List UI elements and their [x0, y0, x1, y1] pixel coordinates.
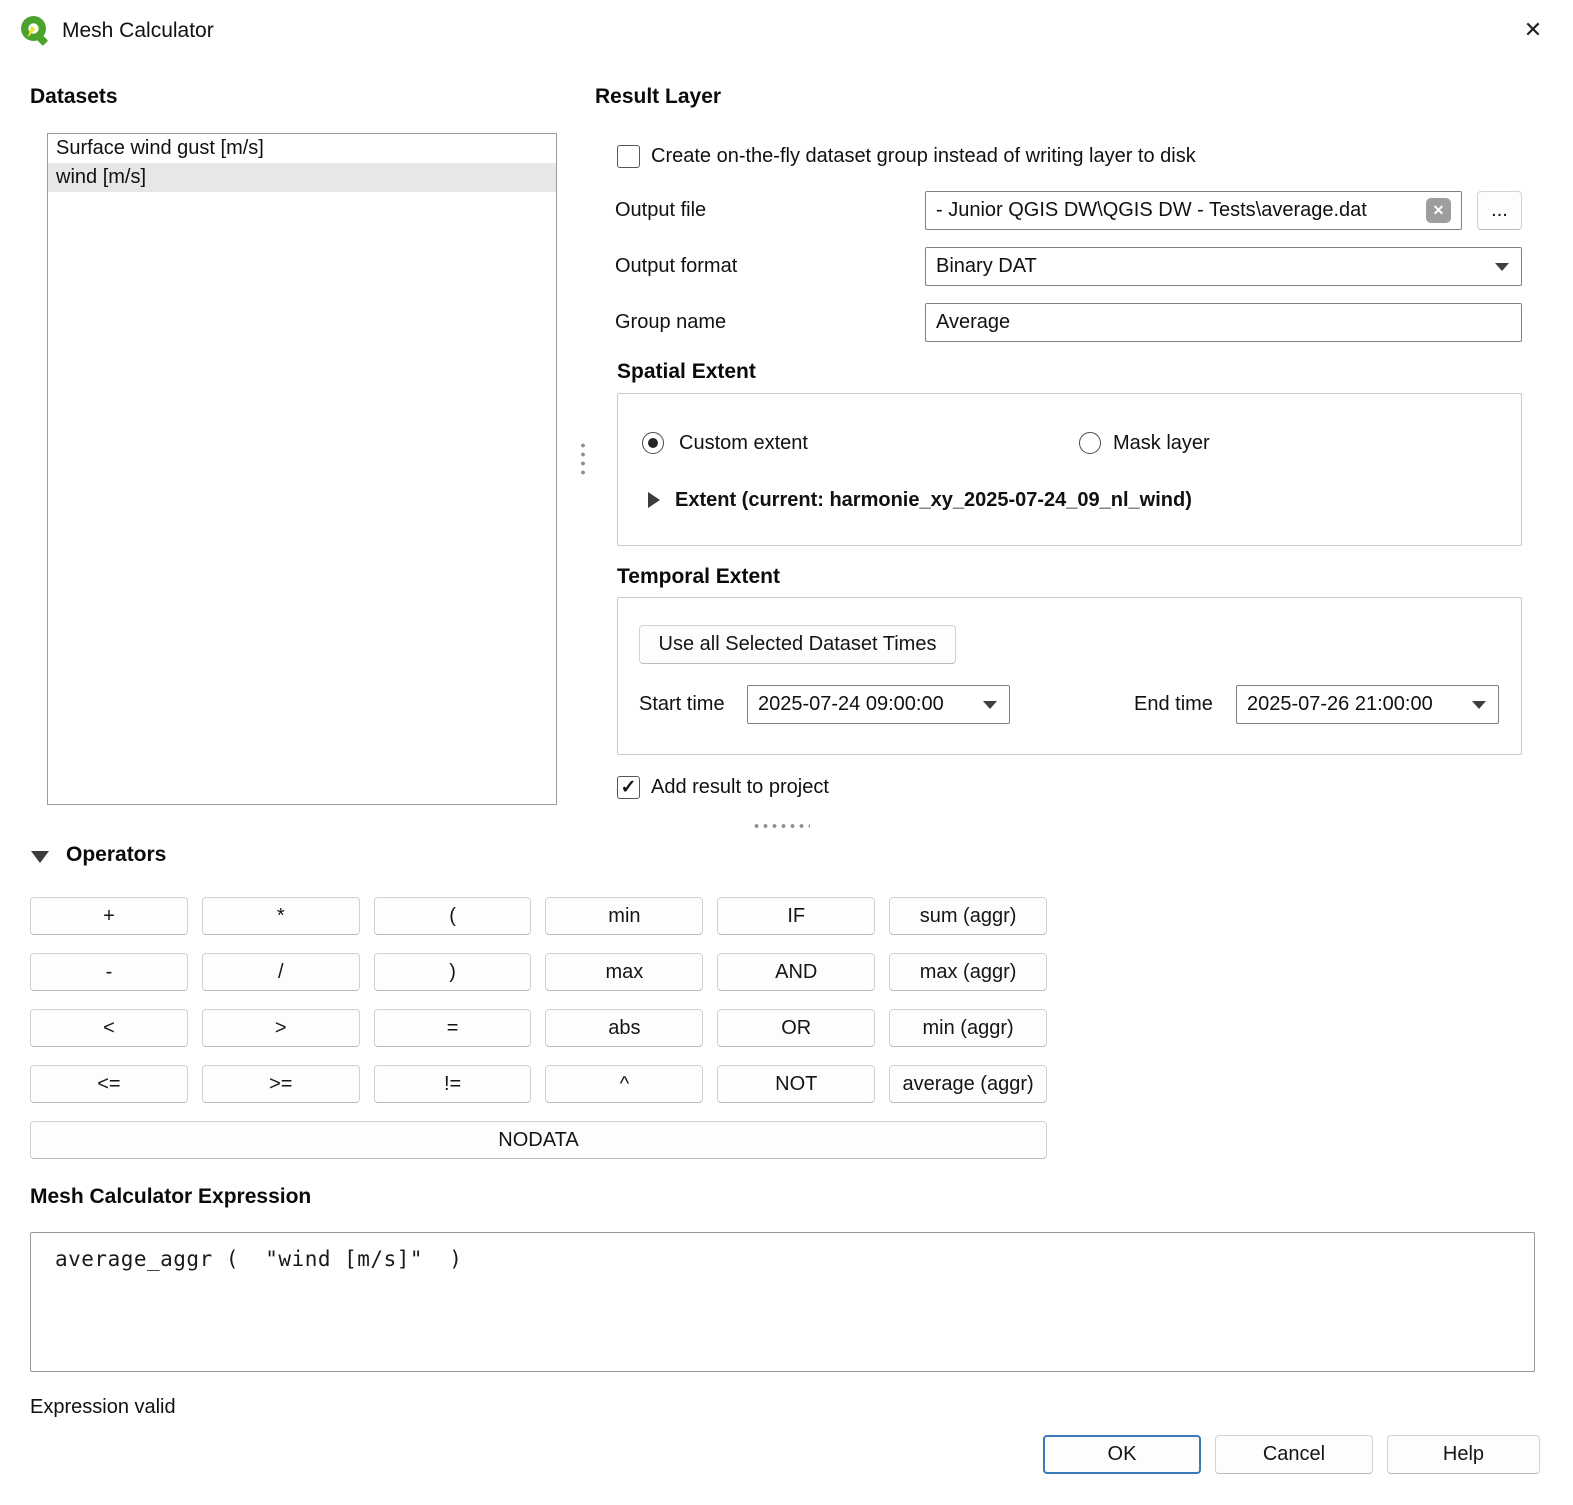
on-the-fly-label: Create on-the-fly dataset group instead …	[651, 145, 1196, 168]
extent-expander[interactable]: Extent (current: harmonie_xy_2025-07-24_…	[648, 486, 1192, 514]
operator-button[interactable]: )	[374, 953, 532, 991]
operator-button[interactable]: <	[30, 1009, 188, 1047]
operator-button[interactable]: >	[202, 1009, 360, 1047]
operator-button[interactable]: min (aggr)	[889, 1009, 1047, 1047]
mask-layer-radio[interactable]	[1079, 432, 1101, 454]
end-time-value: 2025-07-26 21:00:00	[1247, 693, 1433, 716]
operator-button[interactable]: IF	[717, 897, 875, 935]
operator-button[interactable]: /	[202, 953, 360, 991]
operator-button[interactable]: max	[545, 953, 703, 991]
operator-button[interactable]: OR	[717, 1009, 875, 1047]
expression-textarea[interactable]: average_aggr ( "wind [m/s]" )	[30, 1232, 1535, 1372]
dataset-item[interactable]: Surface wind gust [m/s]	[48, 134, 556, 163]
custom-extent-label: Custom extent	[679, 432, 808, 455]
start-time-label: Start time	[639, 685, 725, 724]
temporal-extent-section-label: Temporal Extent	[617, 565, 780, 589]
expression-section-label: Mesh Calculator Expression	[30, 1185, 311, 1209]
end-time-label: End time	[1134, 685, 1213, 724]
mask-layer-label: Mask layer	[1113, 432, 1210, 455]
nodata-button[interactable]: NODATA	[30, 1121, 1047, 1159]
on-the-fly-checkbox[interactable]	[617, 145, 640, 168]
operator-button[interactable]: *	[202, 897, 360, 935]
splitter-handle-horizontal[interactable]	[752, 823, 810, 829]
group-name-label: Group name	[615, 303, 726, 342]
browse-button[interactable]: ...	[1477, 191, 1522, 230]
operators-section-label: Operators	[66, 843, 166, 867]
operator-button[interactable]: !=	[374, 1065, 532, 1103]
operator-button[interactable]: abs	[545, 1009, 703, 1047]
datasets-section-label: Datasets	[30, 85, 118, 109]
output-format-value: Binary DAT	[936, 255, 1037, 278]
clear-text-icon[interactable]: ✕	[1426, 198, 1451, 223]
custom-extent-radio[interactable]	[642, 432, 664, 454]
datasets-list[interactable]: Surface wind gust [m/s] wind [m/s]	[47, 133, 557, 805]
operator-button[interactable]: AND	[717, 953, 875, 991]
add-result-checkbox[interactable]	[617, 776, 640, 799]
group-name-input[interactable]	[925, 303, 1522, 342]
start-time-value: 2025-07-24 09:00:00	[758, 693, 944, 716]
operators-collapse-icon[interactable]	[31, 851, 49, 863]
operator-button[interactable]: min	[545, 897, 703, 935]
operator-button[interactable]: max (aggr)	[889, 953, 1047, 991]
output-format-select[interactable]: Binary DAT	[925, 247, 1522, 286]
titlebar: Mesh Calculator ✕	[0, 0, 1573, 60]
output-format-label: Output format	[615, 247, 737, 286]
chevron-down-icon	[1472, 701, 1486, 709]
temporal-extent-group: Use all Selected Dataset Times Start tim…	[617, 597, 1522, 755]
result-layer-section-label: Result Layer	[595, 85, 721, 109]
cancel-button[interactable]: Cancel	[1215, 1435, 1373, 1474]
operator-button[interactable]: ^	[545, 1065, 703, 1103]
operator-button[interactable]: average (aggr)	[889, 1065, 1047, 1103]
chevron-right-icon	[648, 492, 660, 508]
spatial-extent-section-label: Spatial Extent	[617, 360, 756, 384]
start-time-select[interactable]: 2025-07-24 09:00:00	[747, 685, 1010, 724]
output-file-label: Output file	[615, 191, 706, 230]
expression-status: Expression valid	[30, 1396, 176, 1419]
use-all-dataset-times-button[interactable]: Use all Selected Dataset Times	[639, 625, 956, 664]
add-result-label: Add result to project	[651, 776, 829, 799]
chevron-down-icon	[1495, 263, 1509, 271]
close-icon[interactable]: ✕	[1513, 11, 1553, 49]
splitter-handle-vertical[interactable]	[580, 441, 586, 479]
help-button[interactable]: Help	[1387, 1435, 1540, 1474]
operator-button[interactable]: -	[30, 953, 188, 991]
mesh-calculator-dialog: Mesh Calculator ✕ Datasets Surface wind …	[0, 0, 1573, 1505]
chevron-down-icon	[983, 701, 997, 709]
operator-button[interactable]: sum (aggr)	[889, 897, 1047, 935]
operator-button[interactable]: (	[374, 897, 532, 935]
output-file-input[interactable]	[925, 191, 1462, 230]
ok-button[interactable]: OK	[1043, 1435, 1201, 1474]
spatial-extent-group: Custom extent Mask layer Extent (current…	[617, 393, 1522, 546]
qgis-logo-icon	[18, 13, 52, 47]
operator-button[interactable]: NOT	[717, 1065, 875, 1103]
operators-grid: + * ( min IF sum (aggr) - / ) max AND ma…	[30, 897, 1047, 1159]
extent-label: Extent (current: harmonie_xy_2025-07-24_…	[675, 489, 1192, 512]
operator-button[interactable]: >=	[202, 1065, 360, 1103]
operator-button[interactable]: =	[374, 1009, 532, 1047]
end-time-select[interactable]: 2025-07-26 21:00:00	[1236, 685, 1499, 724]
operator-button[interactable]: +	[30, 897, 188, 935]
dataset-item[interactable]: wind [m/s]	[48, 163, 556, 192]
window-title: Mesh Calculator	[62, 17, 214, 45]
operator-button[interactable]: <=	[30, 1065, 188, 1103]
